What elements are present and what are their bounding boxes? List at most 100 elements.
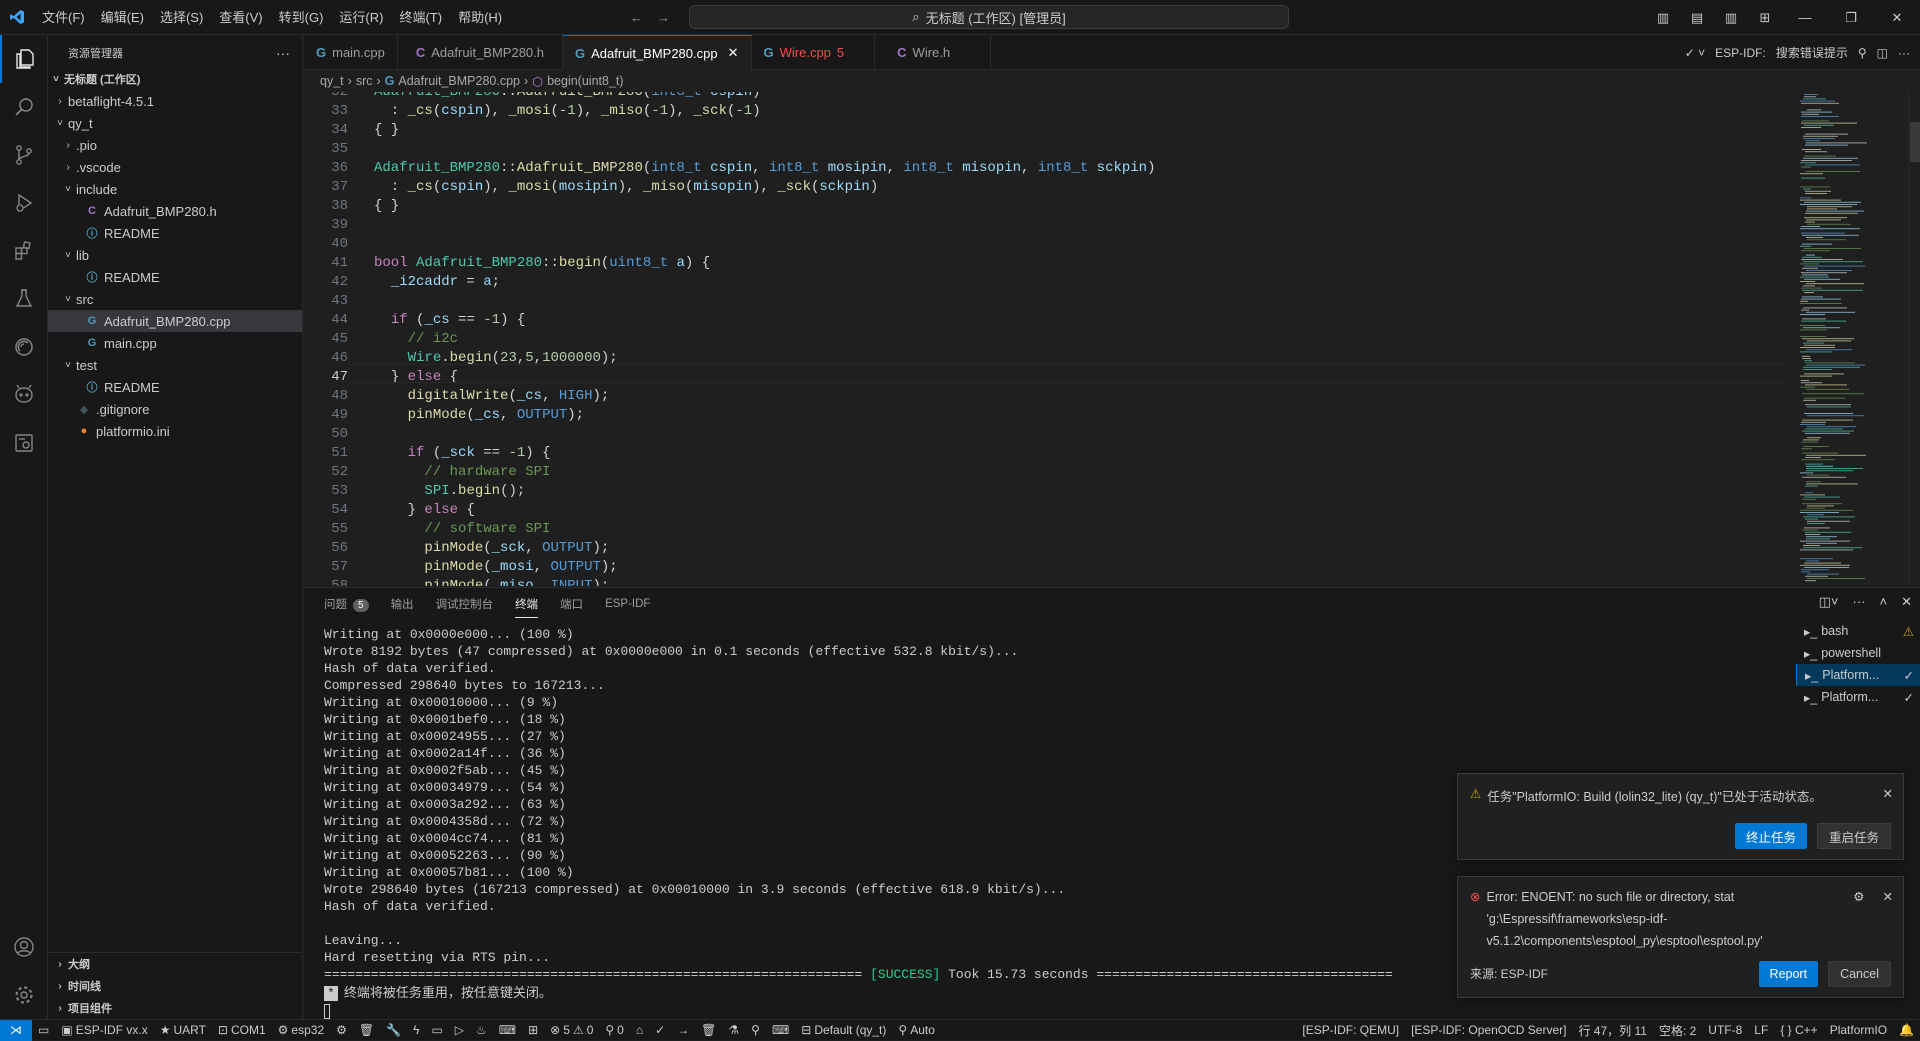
cancel-button[interactable]: Cancel [1828,961,1891,987]
tree-item[interactable]: ● platformio.ini [48,420,302,442]
close-notification-icon[interactable]: ✕ [1883,786,1893,801]
terminate-task-button[interactable]: 终止任务 [1734,823,1807,849]
tree-item[interactable]: › .pio [48,134,302,156]
close-notification-icon[interactable]: ✕ [1883,889,1893,904]
extensions-icon[interactable] [0,227,48,275]
command-center-search[interactable]: ⌕ 无标题 (工作区) [管理员] [689,5,1289,29]
tree-item[interactable]: G Adafruit_BMP280.cpp [48,310,302,332]
breadcrumb-item[interactable]: Adafruit_BMP280.cpp [398,74,520,88]
tab-ports[interactable]: 端口 [560,596,583,612]
menu-help[interactable]: 帮助(H) [450,0,510,35]
source-control-icon[interactable] [0,131,48,179]
notifications-window-icon[interactable]: ▭ [32,1023,55,1037]
tree-item[interactable]: ˅ src [48,288,302,310]
breadcrumb-item[interactable]: qy_t [320,74,344,88]
pio-upload-arrow-icon[interactable]: → [671,1023,695,1037]
tab-problems[interactable]: 问题 5 [324,596,369,612]
forwarded-ports[interactable]: ⚲ 0 [599,1023,629,1037]
tree-item[interactable]: ˅ lib [48,244,302,266]
flame-icon[interactable]: ♨ [470,1023,493,1037]
more-actions-icon[interactable]: ··· [1898,46,1910,60]
toggle-sidebar-icon[interactable]: ▥ [1646,10,1680,26]
workspace-root[interactable]: ˅ 无标题 (工作区) [48,68,302,90]
lightbulb-icon[interactable]: ⚲ [1858,46,1867,60]
tree-item[interactable]: ⓘ README [48,222,302,244]
minimap[interactable] [1796,92,1906,586]
menu-go[interactable]: 转到(G) [271,0,332,35]
menu-selection[interactable]: 选择(S) [152,0,211,35]
pio-test-flask-icon[interactable]: ⚗ [722,1023,745,1037]
manage-gear-icon[interactable] [0,971,48,1019]
menu-terminal[interactable]: 终端(T) [391,0,450,35]
minimize-icon[interactable]: — [1782,10,1828,25]
breadcrumb-item[interactable]: begin(uint8_t) [547,74,623,88]
tab-terminal[interactable]: 终端 [515,596,539,618]
report-button[interactable]: Report [1758,961,1819,987]
tree-item[interactable]: › betaflight-4.5.1 [48,90,302,112]
tab-main-cpp[interactable]: G main.cpp [304,35,398,70]
flash-icon[interactable]: ϟ [407,1023,425,1037]
all-in-one-icon[interactable]: ⊞ [522,1023,544,1037]
explorer-icon[interactable] [0,35,48,83]
port-selector[interactable]: ⊡ COM1 [212,1023,272,1037]
pio-env-selector[interactable]: ⊟ Default (qy_t) [795,1023,892,1037]
monitor-icon[interactable]: ▭ [425,1023,448,1037]
menu-view[interactable]: 查看(V) [211,0,270,35]
timeline-section[interactable]: › 时间线 [48,975,303,997]
tree-item[interactable]: C Adafruit_BMP280.h [48,200,302,222]
terminal-item-powershell[interactable]: ▸_ powershell [1796,642,1920,664]
problems-indicator[interactable]: ⊗ 5 ⚠ 0 [544,1023,599,1037]
back-arrow-icon[interactable]: ← [630,10,643,25]
split-terminal-icon[interactable]: ◫˅ [1819,594,1839,610]
language-mode[interactable]: { } C++ [1774,1022,1823,1039]
forward-arrow-icon[interactable]: → [657,10,670,25]
scrollbar-thumb[interactable] [1910,122,1920,162]
tree-item[interactable]: ⓘ README [48,376,302,398]
terminal-item-bash[interactable]: ▸_ bash ⚠ [1796,620,1920,642]
more-actions-icon[interactable]: ··· [276,45,290,61]
line-ending[interactable]: LF [1748,1022,1774,1039]
split-editor-icon[interactable]: ◫ [1877,46,1888,60]
tab-adafruit-h[interactable]: C Adafruit_BMP280.h [398,35,563,70]
tab-esp-idf[interactable]: ESP-IDF [605,598,650,610]
tab-wire-h[interactable]: C Wire.h [875,35,992,70]
toggle-secondary-sidebar-icon[interactable]: ▥ [1714,10,1748,26]
tree-item[interactable]: ˅ include [48,178,302,200]
debug-icon[interactable]: ▷ [449,1023,470,1037]
outline-section[interactable]: › 大纲 [48,953,303,975]
platformio-status[interactable]: PlatformIO [1824,1022,1893,1039]
tree-item[interactable]: ˅ qy_t [48,112,302,134]
more-actions-icon[interactable]: ··· [1853,594,1866,610]
esp-idf-version[interactable]: ▣ ESP-IDF vx.x [55,1023,153,1037]
terminal-output[interactable]: Writing at 0x0000e000... (100 %) Wrote 81… [324,626,1474,1019]
menu-file[interactable]: 文件(F) [34,0,93,35]
code-editor[interactable]: 32 Adafruit_BMP280::Adafruit_BMP280(int8_… [304,92,1784,586]
remote-indicator-icon[interactable]: ⋊ [0,1019,32,1041]
maximize-panel-icon[interactable]: ˄ [1880,594,1888,610]
pio-monitor-plug-icon[interactable]: ⚲ [745,1023,766,1037]
terminal-icon[interactable]: ⌨ [493,1023,522,1037]
esp-idf-qemu[interactable]: [ESP-IDF: QEMU] [1296,1022,1405,1039]
pio-clean-trash-icon[interactable]: 🗑 [695,1023,722,1037]
tree-item[interactable]: ⓘ README [48,266,302,288]
menu-run[interactable]: 运行(R) [331,0,391,35]
notifications-bell-icon[interactable]: 🔔 [1893,1022,1920,1039]
testing-icon[interactable] [0,275,48,323]
pio-build-check-icon[interactable]: ✓ [649,1023,671,1037]
terminal-item-platformio-1[interactable]: ▸_ Platform... ✓ [1796,664,1920,686]
platformio-icon[interactable] [0,371,48,419]
search-error-hint-button[interactable]: 搜索错误提示 [1776,44,1848,61]
tab-adafruit-cpp[interactable]: G Adafruit_BMP280.cpp ✕ [563,35,752,70]
settings-gear-icon[interactable]: ⚙ [1853,889,1864,904]
restore-icon[interactable]: ❐ [1828,10,1874,26]
editor-scrollbar[interactable] [1908,92,1920,586]
menu-edit[interactable]: 编辑(E) [93,0,152,35]
tree-item[interactable]: ◆ .gitignore [48,398,302,420]
close-window-icon[interactable]: ✕ [1874,10,1920,26]
tree-item[interactable]: ˅ test [48,354,302,376]
remote-explorer-icon[interactable] [0,419,48,467]
tab-output[interactable]: 输出 [391,596,414,612]
terminal-item-platformio-2[interactable]: ▸_ Platform... ✓ [1796,686,1920,708]
tab-debug-console[interactable]: 调试控制台 [436,596,494,612]
toggle-panel-icon[interactable]: ▤ [1680,10,1714,26]
